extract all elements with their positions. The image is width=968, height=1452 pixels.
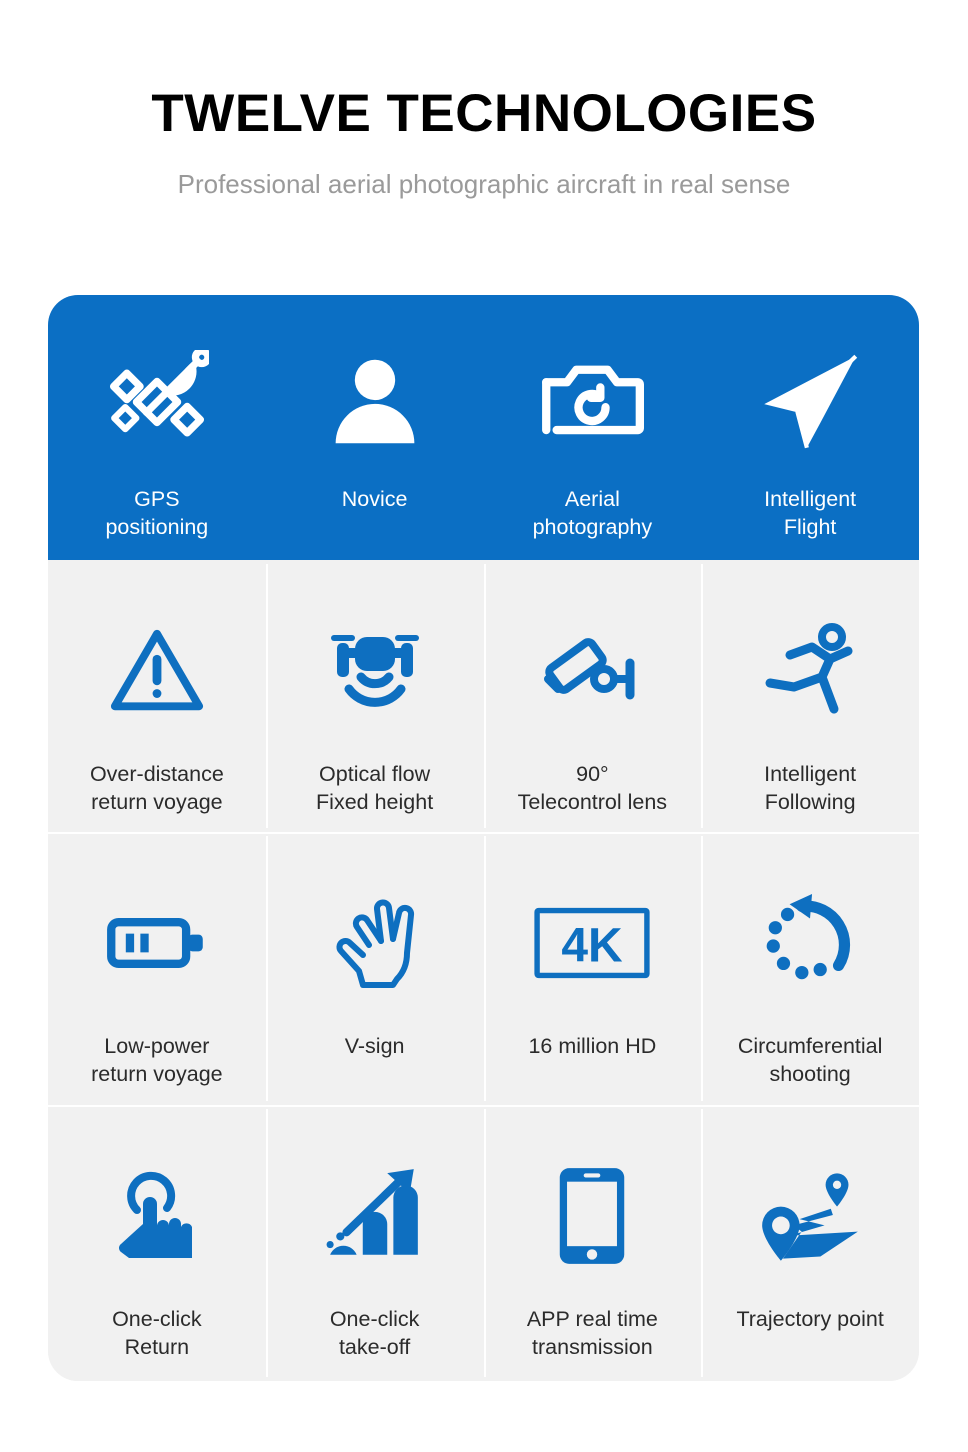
running-person-icon <box>760 596 860 746</box>
drone-sonar-icon <box>325 596 425 746</box>
feature-label: 16 million HD <box>528 1034 657 1058</box>
feature-label: Optical flow Fixed height <box>316 762 434 815</box>
feature-label: APP real time transmission <box>526 1307 658 1360</box>
feature-cell[interactable]: 4K 16 million HD <box>483 832 702 1105</box>
satellite-icon <box>105 337 209 467</box>
feature-cell[interactable]: Aerial photography <box>483 295 702 560</box>
security-camera-icon <box>542 596 642 746</box>
feature-label: GPS positioning <box>105 487 209 540</box>
feature-label: One-click take-off <box>329 1307 420 1360</box>
feature-label: Trajectory point <box>736 1307 884 1331</box>
tap-hand-icon <box>107 1141 207 1291</box>
page-subtitle: Professional aerial photographic aircraf… <box>177 168 791 199</box>
svg-text:4K: 4K <box>562 920 624 973</box>
feature-cell[interactable]: One-click take-off <box>265 1105 484 1381</box>
v-sign-hand-icon <box>325 868 425 1018</box>
warning-triangle-icon <box>108 596 206 746</box>
paper-plane-icon <box>758 337 862 467</box>
feature-cell[interactable]: GPS positioning <box>48 295 266 560</box>
feature-cell[interactable]: APP real time transmission <box>483 1105 702 1381</box>
route-pins-icon <box>758 1141 862 1291</box>
feature-cell[interactable]: Novice <box>265 295 484 560</box>
feature-cell[interactable]: 90° Telecontrol lens <box>483 560 702 832</box>
feature-cell[interactable]: V-sign <box>265 832 484 1105</box>
feature-label: Intelligent Flight <box>764 487 857 540</box>
features-grid: GPS positioning Novice Aerial photography I… <box>48 295 919 1381</box>
bar-chart-arrow-icon <box>324 1141 426 1291</box>
feature-cell[interactable]: Low-power return voyage <box>48 832 266 1105</box>
battery-low-icon <box>105 868 209 1018</box>
feature-cell[interactable]: Over-distance return voyage <box>48 560 266 832</box>
feature-label: Circumferential shooting <box>737 1034 883 1087</box>
feature-cell[interactable]: Optical flow Fixed height <box>265 560 484 832</box>
feature-label: Over-distance return voyage <box>89 762 224 815</box>
feature-label: Intelligent Following <box>764 762 857 815</box>
person-icon <box>327 337 423 467</box>
feature-label: 90° Telecontrol lens <box>517 762 668 815</box>
camera-icon <box>540 337 645 467</box>
feature-label: V-sign <box>344 1034 405 1058</box>
promo-page: TWELVE TECHNOLOGIES Professional aerial … <box>0 0 968 1452</box>
feature-label: One-click Return <box>112 1307 202 1360</box>
page-title: TWELVE TECHNOLOGIES <box>151 84 817 143</box>
feature-cell[interactable]: Trajectory point <box>701 1105 919 1381</box>
page-header: TWELVE TECHNOLOGIES Professional aerial … <box>0 0 968 200</box>
four-k-icon: 4K <box>534 868 650 1018</box>
feature-cell[interactable]: One-click Return <box>48 1105 266 1381</box>
feature-cell[interactable]: Intelligent Following <box>701 560 919 832</box>
feature-cell[interactable]: Circumferential shooting <box>701 832 919 1105</box>
feature-label: Aerial photography <box>532 487 653 540</box>
feature-cell[interactable]: Intelligent Flight <box>701 295 919 560</box>
smartphone-icon <box>552 1141 632 1291</box>
feature-label: Low-power return voyage <box>91 1034 223 1087</box>
circular-dotted-arrow-icon <box>759 868 861 1018</box>
feature-label: Novice <box>341 487 408 511</box>
